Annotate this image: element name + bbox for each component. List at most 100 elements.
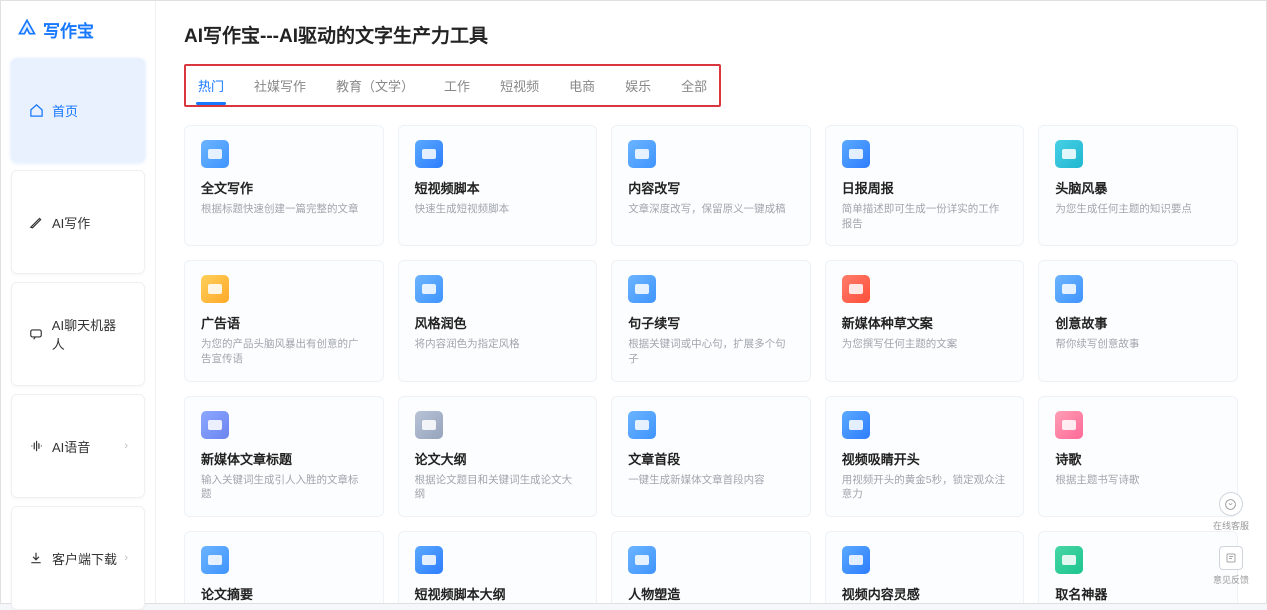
card-title: 人物塑造	[628, 584, 794, 603]
app-logo: 写作宝	[11, 13, 145, 54]
sidebar-item-ai-write[interactable]: AI写作	[11, 170, 145, 274]
customer-service-button[interactable]: 在线客服	[1213, 492, 1249, 532]
card-title: 全文写作	[201, 178, 367, 197]
template-card[interactable]: 短视频脚本大纲生成VLOG、口播稿等短视频的拍摄大纲	[398, 531, 598, 603]
audio-icon	[28, 438, 44, 454]
card-title: 日报周报	[842, 178, 1008, 197]
template-card[interactable]: 广告语为您的产品头脑风暴出有创意的广告宣传语	[184, 260, 384, 381]
card-description: 一键生成新媒体文章首段内容	[628, 473, 794, 488]
inspiration-icon	[842, 546, 870, 574]
sidebar-item-label: 首页	[52, 101, 78, 120]
template-card[interactable]: 新媒体种草文案为您撰写任何主题的文案	[825, 260, 1025, 381]
template-card[interactable]: 日报周报简单描述即可生成一份详实的工作报告	[825, 125, 1025, 246]
poem-icon	[1055, 411, 1083, 439]
card-description: 根据主题书写诗歌	[1055, 473, 1221, 488]
tab-电商[interactable]: 电商	[567, 70, 597, 105]
template-card[interactable]: 新媒体文章标题输入关键词生成引人入胜的文章标题	[184, 396, 384, 517]
card-description: 用视频开头的黄金5秒，锁定观众注意力	[842, 473, 1008, 502]
sidebar-item-label: AI聊天机器人	[52, 315, 128, 353]
card-description: 根据论文题目和关键词生成论文大纲	[415, 473, 581, 502]
card-title: 创意故事	[1055, 313, 1221, 332]
card-title: 广告语	[201, 313, 367, 332]
script-icon	[415, 546, 443, 574]
chevron-right-icon: ›	[124, 440, 128, 452]
media-icon	[842, 275, 870, 303]
feedback-button[interactable]: 意见反馈	[1213, 546, 1249, 586]
template-card[interactable]: 头脑风暴为您生成任何主题的知识要点	[1038, 125, 1238, 246]
card-description: 快速生成短视频脚本	[415, 202, 581, 217]
paragraph-icon	[628, 411, 656, 439]
template-grid: 全文写作根据标题快速创建一篇完整的文章短视频脚本快速生成短视频脚本内容改写文章深…	[184, 125, 1238, 603]
card-title: 短视频脚本	[415, 178, 581, 197]
tab-热门[interactable]: 热门	[196, 70, 226, 105]
rewrite-icon	[628, 140, 656, 168]
sidebar-item-download[interactable]: 客户端下载 ›	[11, 506, 145, 610]
sidebar: 写作宝 首页 AI写作 AI聊天机器人	[1, 1, 156, 603]
template-card[interactable]: 文章首段一键生成新媒体文章首段内容	[611, 396, 811, 517]
logo-icon	[17, 17, 37, 42]
card-title: 视频吸睛开头	[842, 449, 1008, 468]
main-content: AI写作宝---AI驱动的文字生产力工具 热门社媒写作教育（文学） 工作短视频电商…	[156, 1, 1266, 603]
category-tabs: 热门社媒写作教育（文学） 工作短视频电商娱乐全部	[184, 64, 721, 107]
template-card[interactable]: 风格润色将内容润色为指定风格	[398, 260, 598, 381]
naming-icon	[1055, 546, 1083, 574]
tab-全部[interactable]: 全部	[679, 70, 709, 105]
card-title: 文章首段	[628, 449, 794, 468]
float-label: 在线客服	[1213, 519, 1249, 532]
home-icon	[28, 102, 44, 118]
float-label: 意见反馈	[1213, 573, 1249, 586]
card-description: 将内容润色为指定风格	[415, 337, 581, 352]
card-description: 根据关键词或中心句，扩展多个句子	[628, 337, 794, 366]
template-card[interactable]: 内容改写文章深度改写，保留原义一键成稿	[611, 125, 811, 246]
template-card[interactable]: 取名神器一键生成人名、公司名称	[1038, 531, 1238, 603]
tab-娱乐[interactable]: 娱乐	[623, 70, 653, 105]
tab-短视频[interactable]: 短视频	[498, 70, 541, 105]
card-description: 为您生成任何主题的知识要点	[1055, 202, 1221, 217]
title-icon	[201, 411, 229, 439]
template-card[interactable]: 论文大纲根据论文题目和关键词生成论文大纲	[398, 396, 598, 517]
logo-text: 写作宝	[43, 17, 94, 42]
card-title: 头脑风暴	[1055, 178, 1221, 197]
tab-工作[interactable]: 工作	[442, 70, 472, 105]
float-actions: 在线客服 意见反馈	[1213, 492, 1249, 586]
page-title: AI写作宝---AI驱动的文字生产力工具	[184, 21, 1238, 48]
card-description: 输入关键词生成引人入胜的文章标题	[201, 473, 367, 502]
template-card[interactable]: 全文写作根据标题快速创建一篇完整的文章	[184, 125, 384, 246]
template-card[interactable]: 短视频脚本快速生成短视频脚本	[398, 125, 598, 246]
story-icon	[1055, 275, 1083, 303]
pencil-icon	[28, 214, 44, 230]
template-card[interactable]: 视频内容灵感想热点拍视频？让AI写作宝来提供灵感	[825, 531, 1025, 603]
ad-icon	[201, 275, 229, 303]
template-card[interactable]: 人物塑造为你故事中的角色塑造一个丰满的人物形象	[611, 531, 811, 603]
card-description: 帮你续写创意故事	[1055, 337, 1221, 352]
card-title: 论文摘要	[201, 584, 367, 603]
template-card[interactable]: 创意故事帮你续写创意故事	[1038, 260, 1238, 381]
character-icon	[628, 546, 656, 574]
lightbulb-icon	[1055, 140, 1083, 168]
polish-icon	[415, 275, 443, 303]
template-card[interactable]: 句子续写根据关键词或中心句，扩展多个句子	[611, 260, 811, 381]
sidebar-item-chatbot[interactable]: AI聊天机器人	[11, 282, 145, 386]
abstract-icon	[201, 546, 229, 574]
card-title: 短视频脚本大纲	[415, 584, 581, 603]
chat-icon	[28, 326, 44, 342]
video-start-icon	[842, 411, 870, 439]
template-card[interactable]: 诗歌根据主题书写诗歌	[1038, 396, 1238, 517]
card-title: 论文大纲	[415, 449, 581, 468]
card-title: 句子续写	[628, 313, 794, 332]
chevron-right-icon: ›	[124, 552, 128, 564]
outline-icon	[415, 411, 443, 439]
tab-教育（文学）[interactable]: 教育（文学）	[334, 70, 416, 105]
card-description: 为您撰写任何主题的文案	[842, 337, 1008, 352]
template-card[interactable]: 视频吸睛开头用视频开头的黄金5秒，锁定观众注意力	[825, 396, 1025, 517]
download-icon	[28, 550, 44, 566]
document-icon	[201, 140, 229, 168]
card-description: 根据标题快速创建一篇完整的文章	[201, 202, 367, 217]
sidebar-item-home[interactable]: 首页	[11, 58, 145, 162]
sidebar-item-voice[interactable]: AI语音 ›	[11, 394, 145, 498]
template-card[interactable]: 论文摘要根据论文题目和关键词生成论文摘要	[184, 531, 384, 603]
tab-社媒写作[interactable]: 社媒写作	[252, 70, 308, 105]
card-description: 简单描述即可生成一份详实的工作报告	[842, 202, 1008, 231]
sidebar-item-label: AI语音	[52, 437, 90, 456]
card-title: 新媒体种草文案	[842, 313, 1008, 332]
